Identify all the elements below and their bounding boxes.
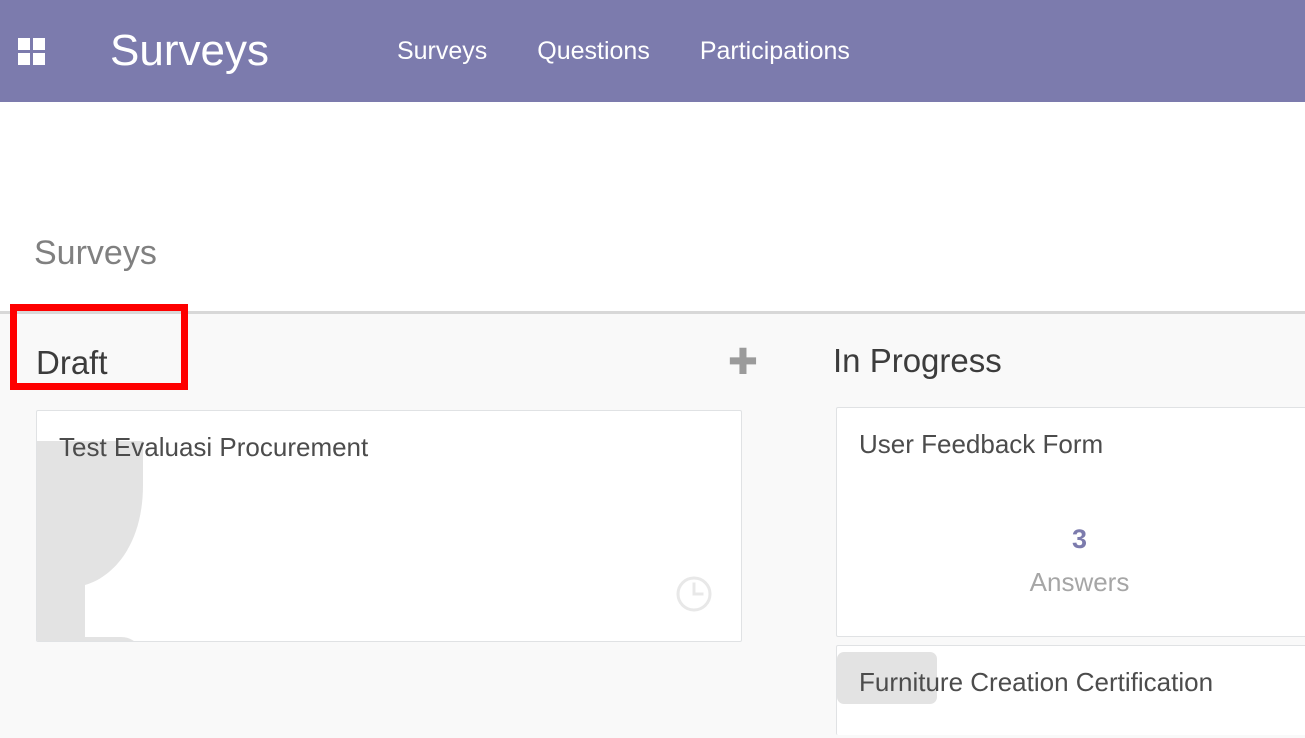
- answers-count[interactable]: 3: [837, 526, 1305, 553]
- control-panel: Surveys Create Import: [0, 102, 1305, 390]
- kanban-card-user-feedback-form[interactable]: User Feedback Form 3 Answers: [836, 407, 1305, 637]
- nav-item-participations[interactable]: Participations: [700, 38, 850, 64]
- kanban-card-title: Furniture Creation Certification: [859, 667, 1214, 697]
- kanban-card-title: User Feedback Form: [859, 429, 1104, 459]
- kanban-column-in-progress-title: In Progress: [833, 342, 1002, 379]
- navbar-menu: Surveys Questions Participations: [397, 38, 850, 64]
- clock-icon: [675, 575, 713, 613]
- kanban-column-in-progress-header: In Progress: [818, 314, 1305, 377]
- app-brand-title: Surveys: [110, 26, 269, 75]
- kanban-column-in-progress: In Progress User Feedback Form 3 Answers…: [818, 314, 1305, 738]
- kanban-column-draft-title: Draft: [36, 343, 108, 381]
- kanban-card-test-evaluasi-procurement[interactable]: Test Evaluasi Procurement: [36, 410, 742, 642]
- top-navbar: Surveys Surveys Questions Participations: [0, 0, 1305, 102]
- answers-label[interactable]: Answers: [837, 569, 1305, 595]
- kanban-column-in-progress-body: User Feedback Form 3 Answers Furniture C…: [818, 377, 1305, 735]
- kanban-board: Draft ✚ Test Evaluasi Procurement In Pro…: [0, 314, 1305, 738]
- kanban-card-title: Test Evaluasi Procurement: [59, 432, 369, 462]
- nav-item-questions[interactable]: Questions: [537, 38, 650, 64]
- page-title: Surveys: [34, 234, 157, 272]
- plus-icon[interactable]: ✚: [728, 344, 758, 380]
- kanban-card-furniture-creation-certification[interactable]: Furniture Creation Certification: [836, 645, 1305, 735]
- grid-apps-icon: [17, 37, 45, 65]
- kanban-column-draft-header: Draft ✚: [0, 314, 818, 380]
- apps-menu-button[interactable]: [0, 0, 62, 102]
- answers-stat: 3 Answers: [837, 526, 1305, 596]
- kanban-column-draft-body: Test Evaluasi Procurement: [0, 380, 818, 642]
- trophy-icon: [37, 441, 203, 641]
- nav-item-surveys[interactable]: Surveys: [397, 38, 487, 64]
- kanban-column-draft: Draft ✚ Test Evaluasi Procurement: [0, 314, 818, 738]
